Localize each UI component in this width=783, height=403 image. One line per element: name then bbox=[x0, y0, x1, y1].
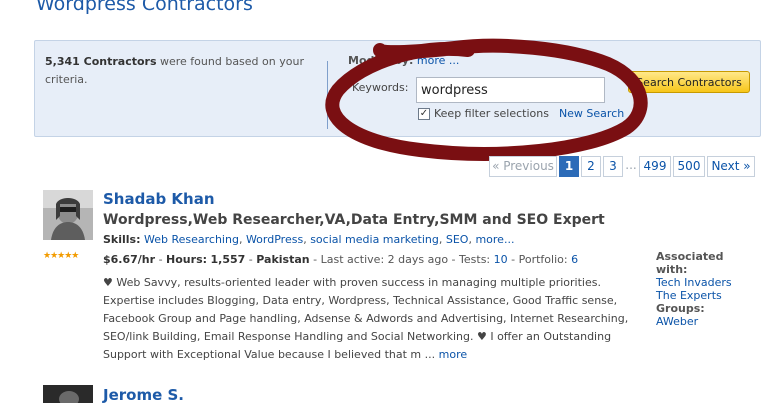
page-ellipsis: ... bbox=[625, 156, 637, 177]
previous-page-button[interactable]: « Previous bbox=[489, 156, 557, 177]
location: Pakistan bbox=[256, 253, 310, 266]
associated-link[interactable]: The Experts bbox=[656, 289, 746, 302]
avatar[interactable] bbox=[43, 190, 93, 240]
result-count-number: 5,341 Contractors bbox=[45, 55, 157, 68]
avatar-photo bbox=[43, 190, 93, 240]
associated-link[interactable]: Tech Invaders bbox=[656, 276, 746, 289]
associated-label: Associated with: bbox=[656, 250, 724, 276]
skills-more-link[interactable]: more... bbox=[475, 233, 514, 246]
page-3-button[interactable]: 3 bbox=[603, 156, 623, 177]
avatar-photo bbox=[43, 385, 93, 403]
keywords-label: Keywords: bbox=[352, 81, 409, 94]
associated-panel: Associated with: Tech Invaders The Exper… bbox=[656, 250, 746, 328]
skill-link[interactable]: Web Researching bbox=[144, 233, 239, 246]
pagination: « Previous 1 2 3 ... 499 500 Next » bbox=[489, 156, 757, 177]
contractor-stats: $6.67/hr - Hours: 1,557 - Pakistan - Las… bbox=[103, 253, 579, 266]
portfolio-link[interactable]: 6 bbox=[571, 253, 578, 266]
avatar[interactable] bbox=[43, 385, 93, 403]
hours-value: 1,557 bbox=[210, 253, 246, 266]
description-more-link[interactable]: more bbox=[439, 348, 468, 361]
hours-label: Hours: bbox=[166, 253, 208, 266]
contractor-description: ♥ Web Savvy, results-oriented leader wit… bbox=[103, 274, 643, 364]
result-count: 5,341 Contractors were found based on yo… bbox=[45, 53, 325, 89]
contractor-name[interactable]: Jerome S. bbox=[103, 386, 184, 403]
keep-filter-checkbox[interactable]: ✓ bbox=[418, 107, 430, 120]
last-active: Last active: 2 days ago bbox=[320, 253, 449, 266]
keep-filter-row: ✓ Keep filter selections New Search bbox=[418, 107, 624, 120]
panel-divider bbox=[327, 61, 328, 129]
tests-label: Tests: bbox=[459, 253, 491, 266]
page-499-button[interactable]: 499 bbox=[639, 156, 671, 177]
keywords-input[interactable] bbox=[416, 77, 605, 103]
description-text: ♥ Web Savvy, results-oriented leader wit… bbox=[103, 276, 629, 361]
page-title: Wordpress Contractors bbox=[36, 0, 253, 15]
search-contractors-button[interactable]: Search Contractors bbox=[628, 71, 750, 93]
skills-label: Skills: bbox=[103, 233, 141, 246]
rating-stars: ★★★★★ bbox=[43, 251, 79, 261]
keep-filter-label: Keep filter selections bbox=[434, 107, 549, 120]
new-search-link[interactable]: New Search bbox=[559, 107, 624, 120]
modify-by-label: Modify by: bbox=[348, 54, 414, 67]
modify-more-link[interactable]: more ... bbox=[417, 54, 459, 67]
contractor-name[interactable]: Shadab Khan bbox=[103, 190, 215, 208]
contractor-skills: Skills: Web Researching, WordPress, soci… bbox=[103, 233, 515, 246]
groups-label: Groups: bbox=[656, 302, 705, 315]
skill-link[interactable]: SEO bbox=[446, 233, 469, 246]
page-500-button[interactable]: 500 bbox=[673, 156, 705, 177]
modify-by-row: Modify by: more ... bbox=[348, 54, 459, 67]
portfolio-label: Portfolio: bbox=[518, 253, 568, 266]
tests-link[interactable]: 10 bbox=[494, 253, 508, 266]
page-1-button[interactable]: 1 bbox=[559, 156, 579, 177]
search-filter-panel: 5,341 Contractors were found based on yo… bbox=[34, 40, 761, 137]
page-2-button[interactable]: 2 bbox=[581, 156, 601, 177]
contractor-headline: Wordpress,Web Researcher,VA,Data Entry,S… bbox=[103, 212, 605, 228]
group-link[interactable]: AWeber bbox=[656, 315, 746, 328]
hourly-rate: $6.67/hr bbox=[103, 253, 156, 266]
next-page-button[interactable]: Next » bbox=[707, 156, 755, 177]
skill-link[interactable]: social media marketing bbox=[310, 233, 439, 246]
skill-link[interactable]: WordPress bbox=[246, 233, 303, 246]
